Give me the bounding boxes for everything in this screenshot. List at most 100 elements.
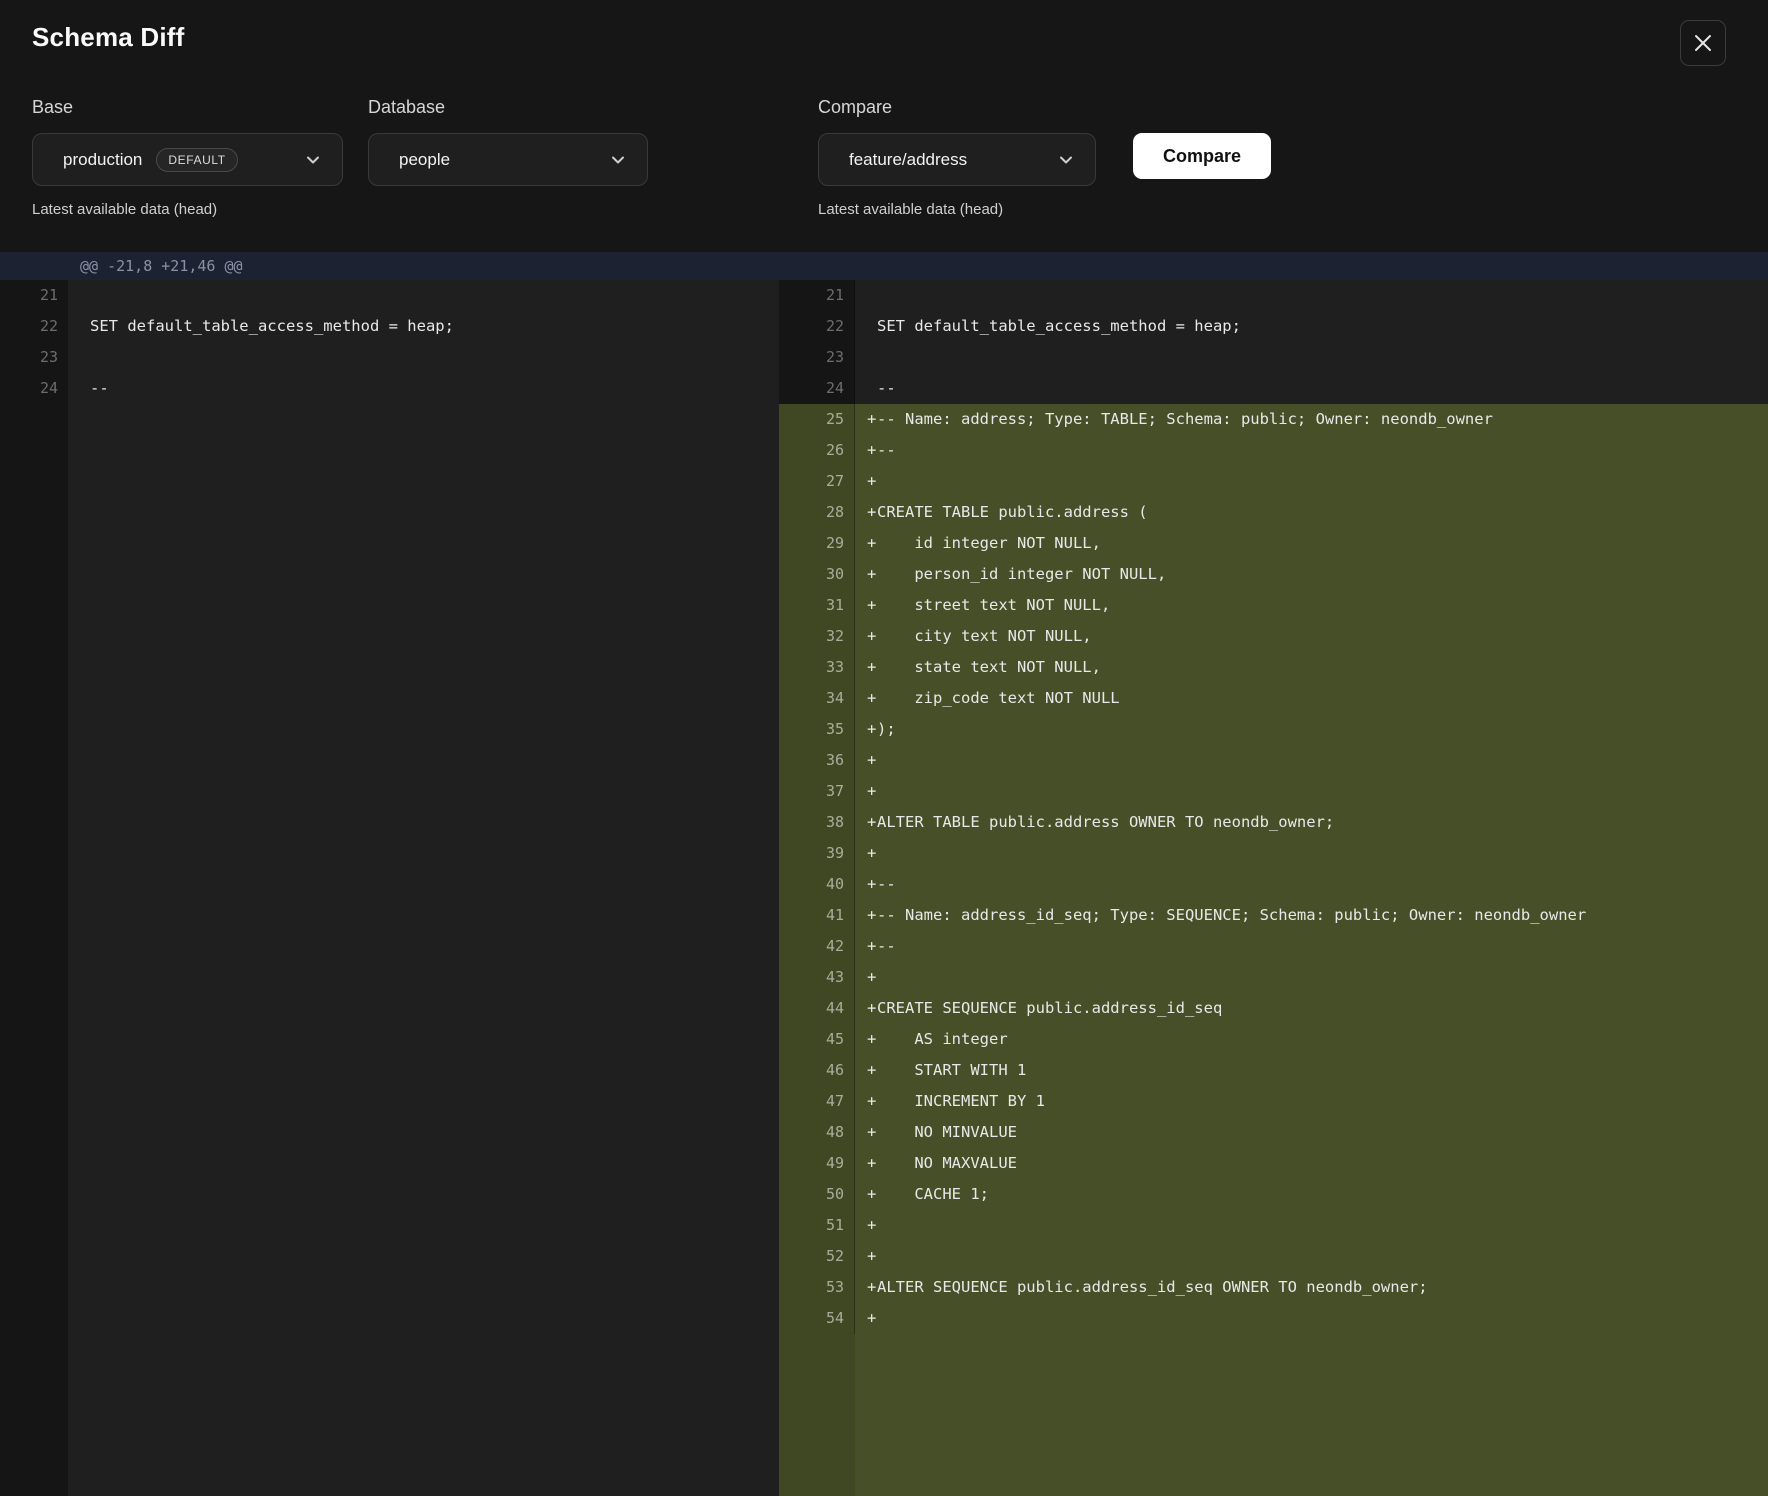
line-number: 24 [779,373,855,404]
diff-marker: + [855,1210,877,1241]
compare-branch-value: feature/address [849,150,967,170]
diff-marker: + [855,931,877,962]
line-text: street text NOT NULL, [877,590,1110,621]
diff-line: 37+ [779,776,1768,807]
modal-header: Schema Diff [0,0,1768,88]
diff-line: 41+-- Name: address_id_seq; Type: SEQUEN… [779,900,1768,931]
line-number: 23 [0,342,68,373]
line-number: 21 [779,280,855,311]
line-number: 25 [779,404,855,435]
diff-marker: + [855,745,877,776]
compare-branch-select[interactable]: feature/address [818,133,1096,186]
diff-marker: + [855,838,877,869]
diff-marker: + [855,807,877,838]
line-number: 53 [779,1272,855,1303]
page-title: Schema Diff [32,22,1736,53]
diff-line: 50+ CACHE 1; [779,1179,1768,1210]
diff-line: 35+); [779,714,1768,745]
diff-line: 34+ zip_code text NOT NULL [779,683,1768,714]
diff-marker: + [855,1272,877,1303]
diff-line: 23 [0,342,779,373]
diff-line: 31+ street text NOT NULL, [779,590,1768,621]
line-text: SET default_table_access_method = heap; [877,311,1241,342]
line-number: 36 [779,745,855,776]
diff-marker: + [855,652,877,683]
diff-marker [855,311,877,342]
diff-marker: + [855,497,877,528]
diff-marker: + [855,776,877,807]
line-text: NO MAXVALUE [877,1148,1017,1179]
line-number: 33 [779,652,855,683]
close-button[interactable] [1680,20,1726,66]
diff-line: 21 [0,280,779,311]
base-branch-value: production [63,150,142,170]
line-text: -- [90,373,109,404]
line-number: 23 [779,342,855,373]
line-number: 27 [779,466,855,497]
compare-button[interactable]: Compare [1133,133,1271,179]
line-number: 37 [779,776,855,807]
diff-marker [68,280,90,311]
database-group: Database people [368,96,648,186]
line-text: START WITH 1 [877,1055,1026,1086]
schema-diff-view: @@ -21,8 +21,46 @@ 2122SET default_table… [0,252,1768,1496]
chevron-down-icon [593,155,625,165]
line-number: 31 [779,590,855,621]
base-label: Base [32,96,343,118]
diff-lines-base: 2122SET default_table_access_method = he… [0,280,779,404]
diff-line: 52+ [779,1241,1768,1272]
line-number: 44 [779,993,855,1024]
line-text: NO MINVALUE [877,1117,1017,1148]
diff-marker [68,373,90,404]
line-number: 51 [779,1210,855,1241]
line-text: -- [877,869,896,900]
diff-marker: + [855,900,877,931]
diff-line: 40+-- [779,869,1768,900]
diff-panes: 2122SET default_table_access_method = he… [0,280,1768,1496]
diff-marker [68,311,90,342]
diff-marker: + [855,1117,877,1148]
diff-marker: + [855,559,877,590]
diff-marker: + [855,962,877,993]
diff-pane-base: 2122SET default_table_access_method = he… [0,280,779,1496]
compare-branch-group: Compare feature/address Latest available… [818,96,1096,218]
line-number: 22 [0,311,68,342]
database-select[interactable]: people [368,133,648,186]
line-number: 22 [779,311,855,342]
diff-marker: + [855,869,877,900]
diff-line: 39+ [779,838,1768,869]
line-text: ALTER SEQUENCE public.address_id_seq OWN… [877,1272,1428,1303]
compare-hint: Latest available data (head) [818,201,1096,218]
line-number: 47 [779,1086,855,1117]
diff-line: 43+ [779,962,1768,993]
line-text: INCREMENT BY 1 [877,1086,1045,1117]
line-text: -- [877,435,896,466]
diff-marker: + [855,466,877,497]
compare-action-group: Compare [1133,96,1271,179]
line-text: -- Name: address; Type: TABLE; Schema: p… [877,404,1493,435]
line-number: 46 [779,1055,855,1086]
line-text: id integer NOT NULL, [877,528,1101,559]
line-text: state text NOT NULL, [877,652,1101,683]
diff-line: 28+CREATE TABLE public.address ( [779,497,1768,528]
hunk-header: @@ -21,8 +21,46 @@ [0,252,1768,280]
diff-line: 24-- [779,373,1768,404]
diff-marker: + [855,1303,877,1334]
chevron-down-icon [288,155,320,165]
diff-line: 33+ state text NOT NULL, [779,652,1768,683]
base-hint: Latest available data (head) [32,201,343,218]
line-text: person_id integer NOT NULL, [877,559,1166,590]
diff-line: 53+ALTER SEQUENCE public.address_id_seq … [779,1272,1768,1303]
base-pane-filler [0,404,779,1496]
diff-marker: + [855,683,877,714]
diff-line: 25+-- Name: address; Type: TABLE; Schema… [779,404,1768,435]
diff-line: 51+ [779,1210,1768,1241]
line-number: 21 [0,280,68,311]
base-branch-select[interactable]: production DEFAULT [32,133,343,186]
line-number: 32 [779,621,855,652]
diff-marker [855,280,877,311]
diff-line: 49+ NO MAXVALUE [779,1148,1768,1179]
diff-marker: + [855,590,877,621]
line-number: 43 [779,962,855,993]
line-number: 35 [779,714,855,745]
